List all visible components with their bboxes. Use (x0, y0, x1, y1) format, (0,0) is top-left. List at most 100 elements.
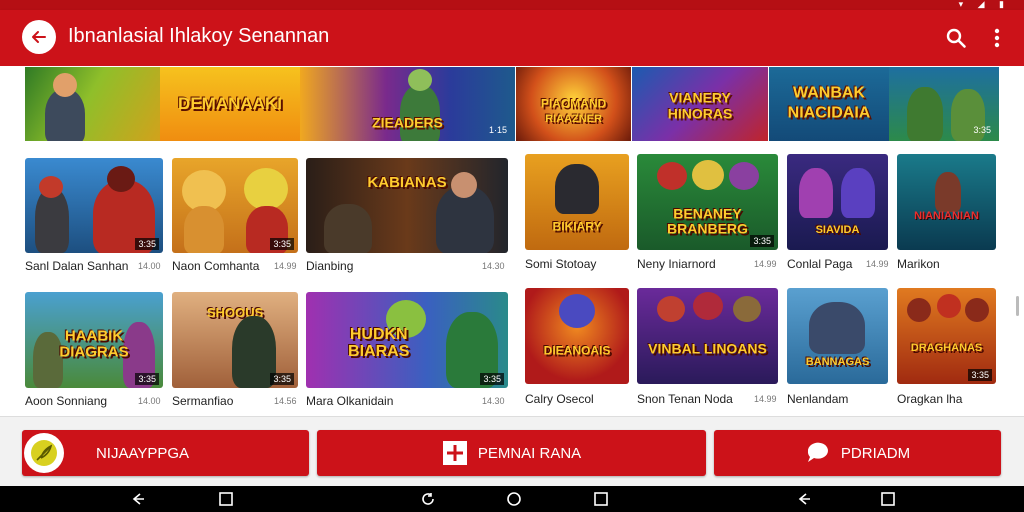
search-button[interactable] (944, 26, 968, 50)
nav-home-button[interactable] (506, 491, 522, 507)
banner-item[interactable]: DEMANAAKI (160, 67, 300, 141)
character-figure (935, 172, 961, 212)
banner-item[interactable]: ZIEADERS 1·15 (300, 67, 515, 141)
game-name: Mara Olkanidain (306, 394, 394, 408)
character-figure (400, 85, 440, 141)
banner-label: PIAOMAND (540, 96, 607, 111)
banner-item[interactable]: WANBAK NIACIDAIA (769, 67, 889, 141)
character-head (657, 296, 685, 322)
search-icon (946, 28, 966, 48)
banner-item[interactable]: PIAOMAND RIAAZNER (516, 67, 631, 141)
app-bar: Ibnanlasial Ihlakoy Senannan (0, 10, 1024, 66)
nav-recents-icon (219, 492, 233, 506)
game-name: Snon Tenan Noda (637, 392, 733, 406)
character-head (729, 162, 759, 190)
game-thumbnail[interactable]: SIAVIDA (787, 154, 888, 250)
game-thumbnail[interactable]: HAABIK DIAGRAS 3:35 (25, 292, 163, 388)
game-name: Dianbing (306, 259, 354, 273)
game-price: 14.30 (482, 396, 505, 406)
character-figure (841, 168, 875, 218)
action-button-1[interactable]: NIJAAYPPGA (22, 430, 309, 476)
game-thumbnail[interactable]: BIKIARY (525, 154, 629, 250)
game-title-art: SIAVIDA (815, 224, 860, 237)
character-head (965, 298, 989, 322)
game-title-art: VINBAL LINOANS (648, 341, 767, 358)
duration-badge: 3:35 (135, 373, 159, 385)
action-button-3[interactable]: PDRIADM (714, 430, 1001, 476)
game-thumbnail[interactable]: NIANIANIAN (897, 154, 996, 250)
character-head (107, 166, 135, 192)
character-figure (799, 168, 833, 218)
more-vertical-icon (994, 28, 1000, 48)
game-name: Naon Comhanta (172, 259, 260, 273)
nav-back-icon (798, 493, 810, 505)
game-thumbnail[interactable]: 3:35 (25, 158, 163, 253)
nav-recents-icon (594, 492, 608, 506)
character-head (559, 294, 595, 328)
game-name: Oragkan lha (897, 392, 963, 406)
banner-label: DEMANAAKI (178, 94, 282, 114)
nav-back-button[interactable] (130, 491, 146, 507)
game-title-art: BIKIARY (552, 219, 602, 234)
game-name: Sermanfiao (172, 394, 234, 408)
character-head (937, 294, 961, 318)
character-figure (555, 164, 599, 214)
banner-label: VIANERY (669, 89, 731, 106)
game-thumbnail[interactable]: DRAGHANAS 3:35 (897, 288, 996, 384)
more-options-button[interactable] (985, 26, 1009, 50)
game-thumbnail[interactable]: HUDKN BIARAS 3:35 (306, 292, 508, 388)
duration-badge: 3:35 (270, 238, 294, 250)
game-thumbnail[interactable]: 3:35 (172, 158, 298, 253)
game-name: Conlal Paga (787, 257, 853, 271)
action-button-2[interactable]: PEMNAI RANA (317, 430, 706, 476)
character-head (733, 296, 761, 322)
game-price: 14.99 (754, 394, 777, 404)
game-thumbnail[interactable]: VINBAL LINOANS (637, 288, 778, 384)
character-figure (184, 206, 224, 253)
character-figure (232, 316, 276, 388)
banner-tag: 1·15 (488, 125, 507, 135)
nav-back-icon (132, 493, 144, 505)
scrollbar[interactable] (1016, 296, 1019, 316)
bottom-action-panel: NIJAAYPPGA PEMNAI RANA PDRIADM (0, 416, 1024, 486)
back-arrow-icon (32, 31, 46, 43)
back-button[interactable] (22, 20, 56, 54)
nav-recents-button[interactable] (218, 491, 234, 507)
character-figure (324, 204, 372, 253)
game-price: 14.99 (754, 259, 777, 269)
nav-recents-button-2[interactable] (593, 491, 609, 507)
banner-item[interactable]: VIANERY HINORAS (632, 67, 768, 141)
nav-recents-button-3[interactable] (880, 491, 896, 507)
game-price: 14.00 (138, 396, 161, 406)
game-thumbnail[interactable]: DIEANOAIS (525, 288, 629, 384)
character-head (39, 176, 63, 198)
character-head (244, 168, 288, 210)
game-title-art: DIEANOAIS (543, 344, 611, 359)
game-title-art: BANNAGAS (805, 356, 870, 369)
system-nav-bar (0, 486, 1024, 512)
duration-badge: 3:35 (750, 235, 774, 247)
leaf-icon (31, 440, 57, 466)
character-head (657, 162, 687, 190)
action-button-2-label: PEMNAI RANA (477, 444, 582, 462)
character-head (907, 298, 931, 322)
nav-rotate-button[interactable] (420, 491, 436, 507)
game-thumbnail[interactable]: KABIANAS (306, 158, 508, 253)
banner-item[interactable]: 3:35 (889, 67, 999, 141)
game-thumbnail[interactable]: BENANEY BRANBERG 3:35 (637, 154, 778, 250)
banner-sublabel: ZIEADERS (372, 114, 443, 131)
character-head (692, 160, 724, 190)
character-head (693, 292, 723, 320)
action-button-1-label: NIJAAYPPGA (95, 444, 190, 462)
game-name: Somi Stotoay (525, 257, 597, 271)
character-head (53, 73, 77, 97)
game-thumbnail[interactable]: BANNAGAS (787, 288, 888, 384)
duration-badge: 3:35 (480, 373, 504, 385)
game-thumbnail[interactable]: SHOOUS 3:35 (172, 292, 298, 388)
content-area[interactable]: DEMANAAKI ZIEADERS 1·15 PIAOMAND RIAAZNE… (0, 66, 1024, 416)
nav-back-button-2[interactable] (796, 491, 812, 507)
nav-recents-icon (881, 492, 895, 506)
game-price: 14.56 (274, 396, 297, 406)
duration-badge: 3:35 (135, 238, 159, 250)
nav-rotate-icon (422, 493, 434, 505)
